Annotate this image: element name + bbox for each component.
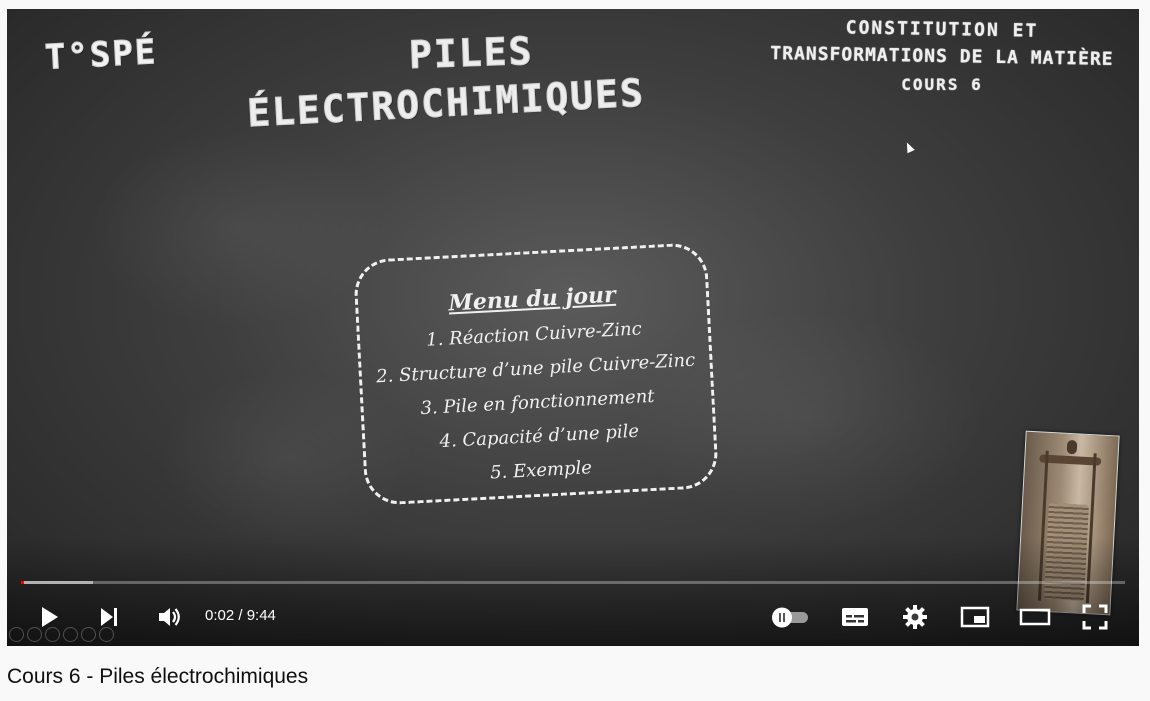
autoplay-toggle-icon	[772, 607, 808, 628]
section-line1: CONSTITUTION ET	[845, 17, 1039, 42]
presentation-pen-icon[interactable]	[45, 627, 60, 642]
settings-button[interactable]	[897, 599, 933, 635]
theater-mode-button[interactable]	[1017, 599, 1053, 635]
section-line3: COURS 6	[901, 75, 983, 94]
chalk-smudge	[87, 129, 387, 329]
miniplayer-button[interactable]	[957, 599, 993, 635]
subtitles-button[interactable]	[837, 599, 873, 635]
miniplayer-icon	[960, 606, 990, 628]
volume-button[interactable]	[151, 599, 187, 635]
mouse-cursor-icon	[903, 140, 915, 154]
play-icon	[42, 607, 58, 627]
board-title-line2: ÉLECTROCHIMIQUES	[246, 70, 647, 136]
progress-loaded	[21, 581, 93, 584]
menu-list: 1. Réaction Cuivre-Zinc 2. Structure d’u…	[359, 309, 715, 497]
player-controls: 0:02 / 9:44	[7, 593, 1139, 637]
presentation-zoom-icon[interactable]	[81, 627, 96, 642]
autoplay-toggle[interactable]	[769, 599, 813, 635]
time-display: 0:02 / 9:44	[205, 607, 276, 624]
progress-bar[interactable]	[21, 581, 1125, 584]
video-player[interactable]: T°SPÉ PILES ÉLECTROCHIMIQUES CONSTITUTIO…	[7, 9, 1139, 646]
presentation-slides-icon[interactable]	[63, 627, 78, 642]
presentation-more-icon[interactable]	[99, 627, 114, 642]
presentation-back-icon[interactable]	[9, 627, 24, 642]
next-icon	[101, 608, 117, 626]
board-title-line1: PILES	[408, 28, 535, 78]
section-header: CONSTITUTION ET TRANSFORMATIONS DE LA MA…	[743, 17, 1139, 94]
fullscreen-icon	[1082, 604, 1108, 630]
level-tag: T°SPÉ	[44, 32, 159, 79]
gear-icon	[903, 605, 927, 629]
fullscreen-button[interactable]	[1077, 599, 1113, 635]
theater-icon	[1019, 608, 1051, 626]
progress-played	[21, 581, 25, 584]
presentation-tools	[9, 627, 114, 642]
presentation-forward-icon[interactable]	[27, 627, 42, 642]
subtitles-icon	[842, 608, 868, 626]
pile-knob	[1066, 439, 1078, 455]
video-title: Cours 6 - Piles électrochimiques	[7, 665, 309, 688]
volume-icon	[159, 608, 180, 626]
section-line2: TRANSFORMATIONS DE LA MATIÈRE	[770, 43, 1114, 70]
menu-box: Menu du jour 1. Réaction Cuivre-Zinc 2. …	[352, 241, 720, 507]
